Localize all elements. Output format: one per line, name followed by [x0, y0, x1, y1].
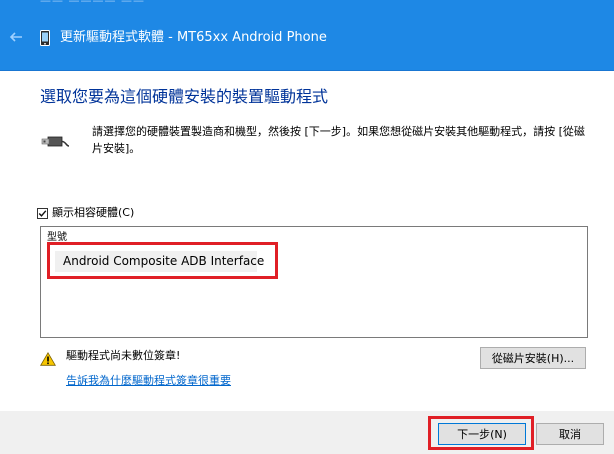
show-compatible-checkbox[interactable]: 顯示相容硬體(C)	[37, 206, 134, 220]
usb-device-icon	[40, 130, 70, 152]
title-bar: 更新驅動程式軟體 - MT65xx Android Phone	[0, 8, 614, 70]
window-top-strip: —— ———— ——	[0, 0, 614, 8]
model-listbox[interactable]: 型號 Android Composite ADB Interface	[40, 226, 588, 338]
checkbox-box[interactable]	[37, 207, 48, 219]
next-button[interactable]: 下一步(N)	[438, 423, 526, 445]
back-arrow-icon[interactable]	[8, 29, 24, 45]
phone-icon	[40, 30, 50, 46]
title-divider	[0, 70, 614, 71]
window-title: 更新驅動程式軟體 - MT65xx Android Phone	[60, 30, 327, 45]
why-signing-link[interactable]: 告訴我為什麼驅動程式簽章很重要	[66, 374, 231, 388]
driver-update-dialog: —— ———— —— 更新驅動程式軟體 - MT65xx Android Pho…	[0, 0, 614, 454]
have-disk-button[interactable]: 從磁片安裝(H)...	[480, 347, 586, 369]
page-title: 選取您要為這個硬體安裝的裝置驅動程式	[40, 87, 329, 106]
list-item[interactable]: Android Composite ADB Interface	[55, 251, 264, 272]
cancel-button[interactable]: 取消	[536, 423, 604, 445]
unsigned-driver-warning: 驅動程式尚未數位簽章!	[66, 349, 181, 362]
model-column-header: 型號	[47, 232, 67, 243]
warning-icon	[40, 351, 56, 366]
dialog-footer: 下一步(N) 取消	[0, 411, 614, 454]
instruction-text: 請選擇您的硬體裝置製造商和機型，然後按 [下一步]。如果您想從磁片安裝其他驅動程…	[92, 125, 585, 155]
check-mark-icon	[38, 209, 47, 217]
show-compatible-label: 顯示相容硬體(C)	[52, 206, 135, 219]
top-strip-text: —— ———— ——	[40, 0, 145, 7]
